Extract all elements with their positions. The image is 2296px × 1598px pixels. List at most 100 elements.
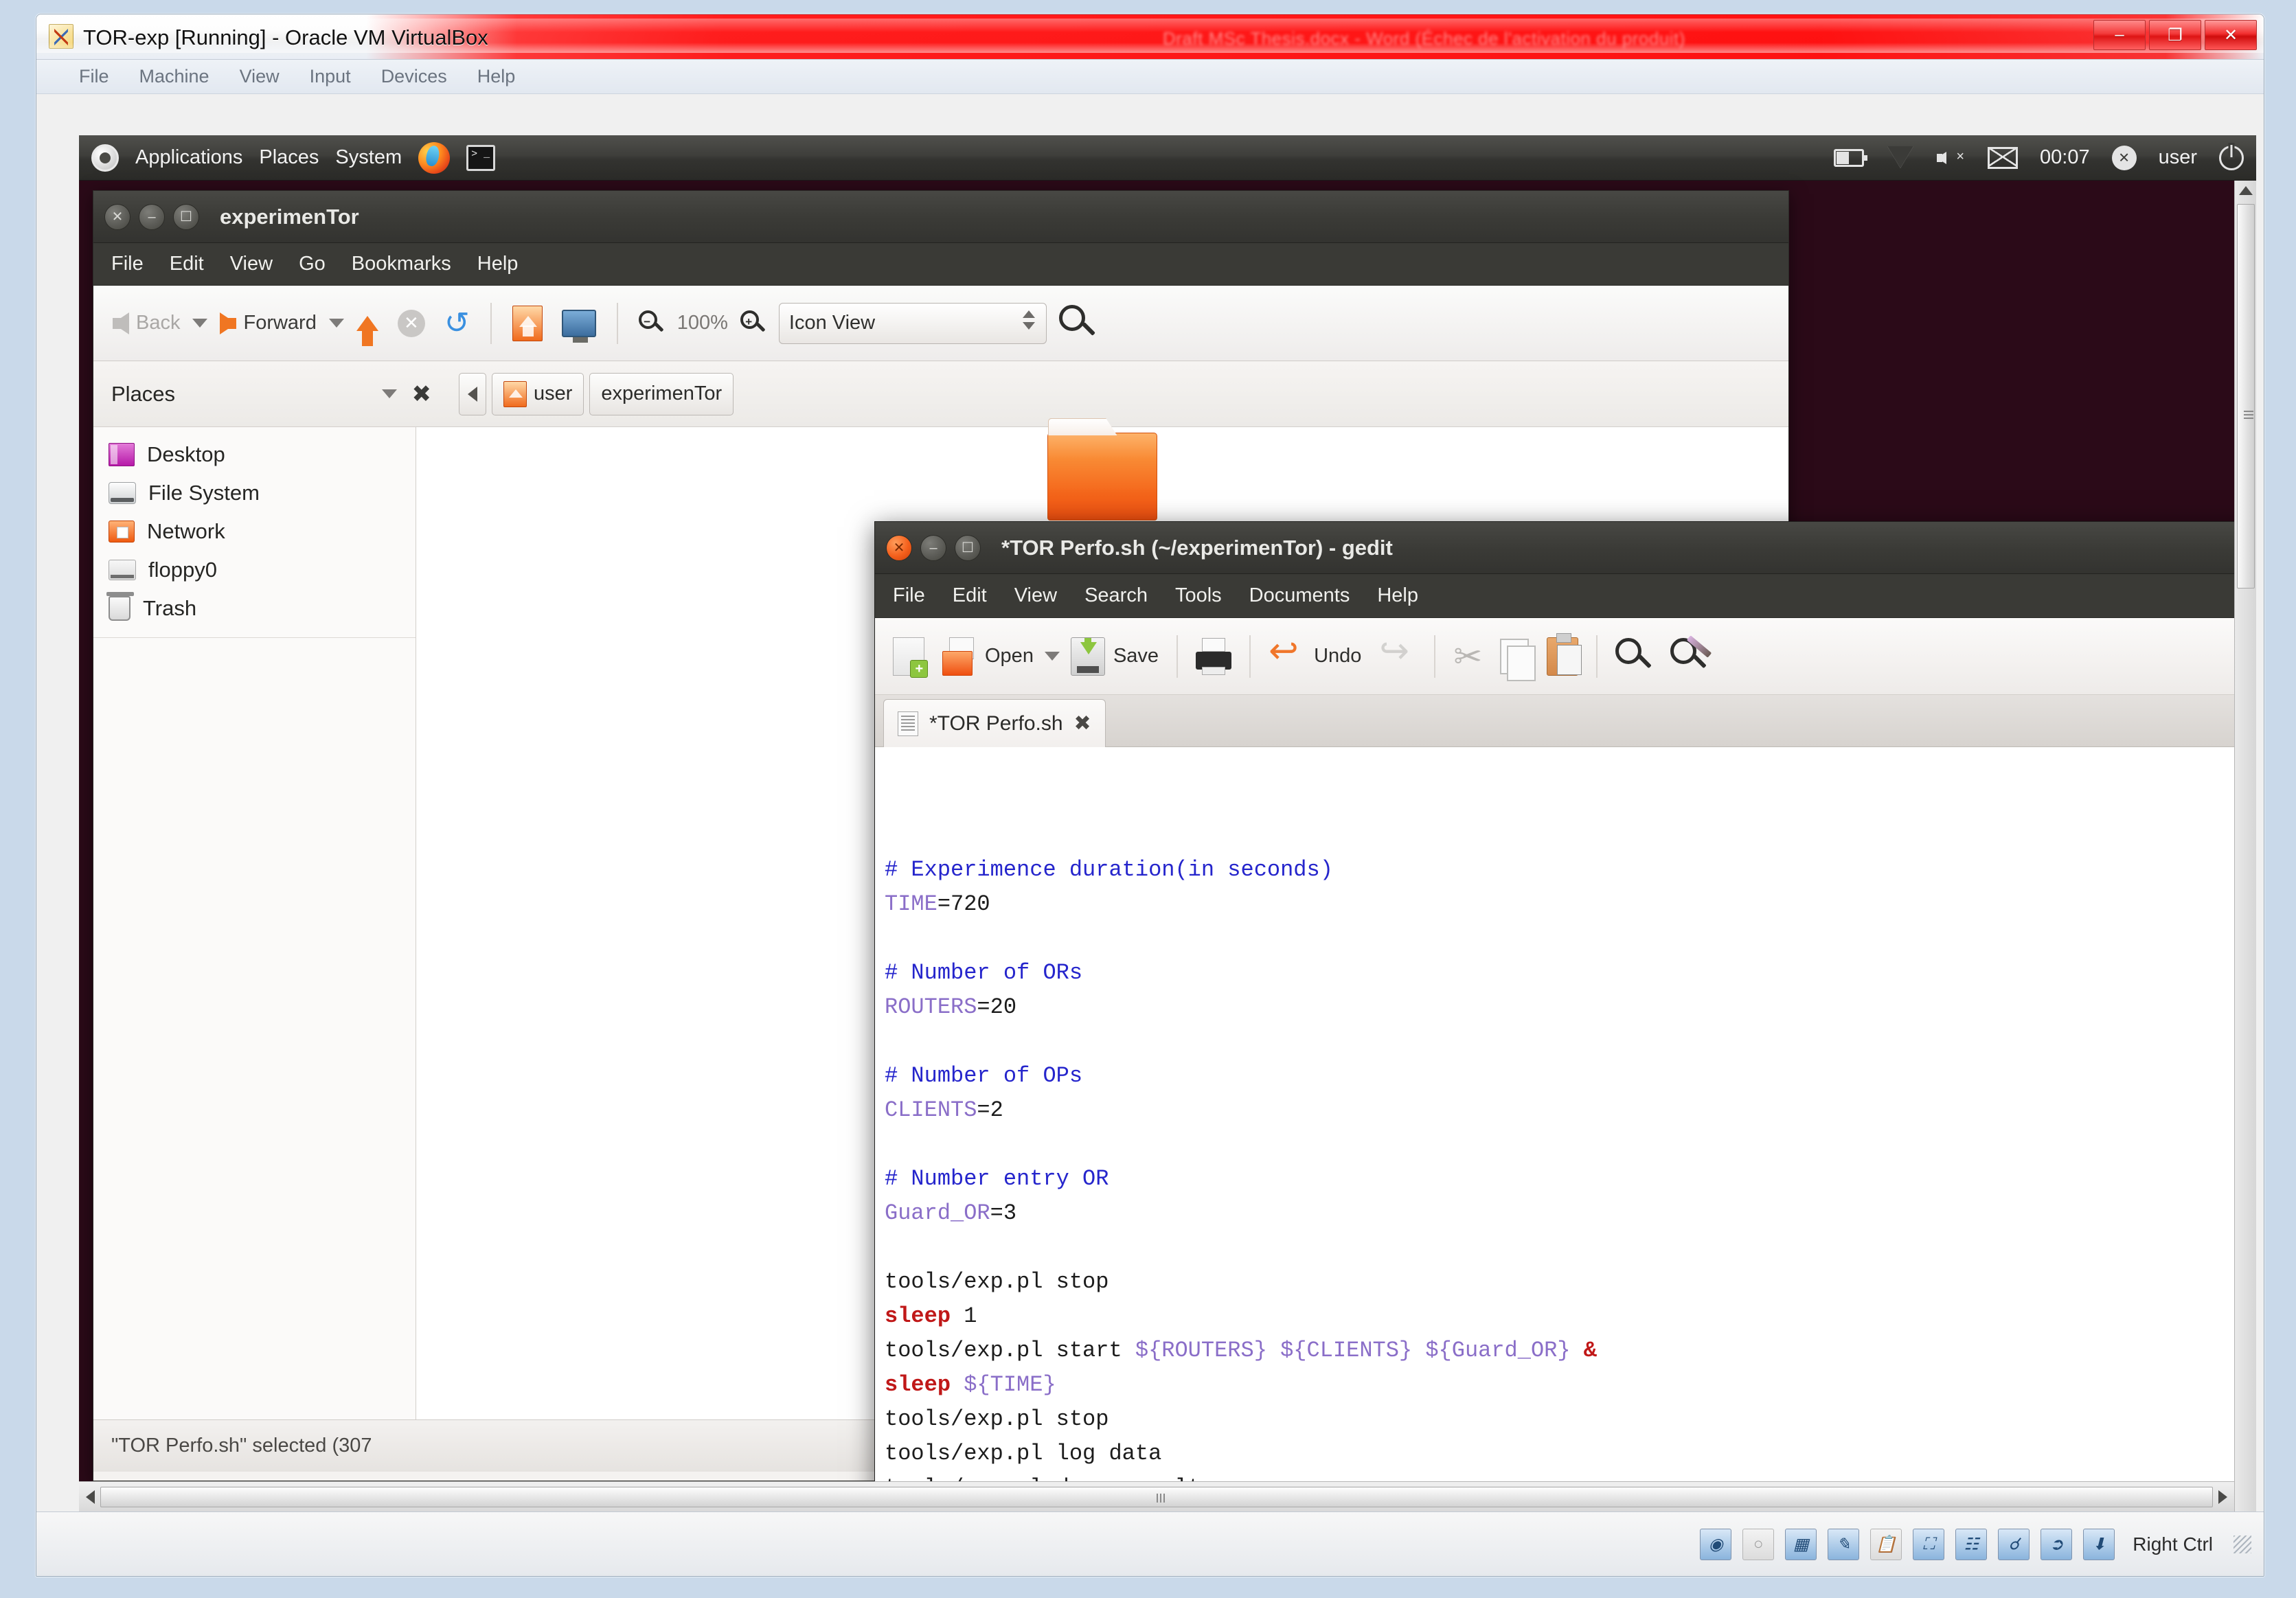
breadcrumb-item-experimentor[interactable]: experimenTor	[589, 373, 734, 415]
home-button[interactable]	[505, 300, 549, 347]
breadcrumb-item-user[interactable]: user	[492, 373, 584, 415]
forward-button[interactable]: Forward	[213, 306, 323, 340]
forward-history-chevron-down-icon[interactable]	[329, 319, 344, 328]
new-document-button[interactable]: +	[886, 633, 931, 680]
cd-icon[interactable]: ○	[1742, 1529, 1774, 1560]
paste-button[interactable]	[1540, 633, 1585, 680]
search-button[interactable]	[1052, 299, 1103, 347]
maximize-button[interactable]: ❐	[2149, 20, 2201, 50]
gedit-menu-search[interactable]: Search	[1084, 584, 1148, 607]
nautilus-menu-edit[interactable]: Edit	[170, 253, 204, 275]
gedit-menu-documents[interactable]: Documents	[1249, 584, 1350, 607]
home-icon	[503, 381, 527, 407]
vbox-menu-devices[interactable]: Devices	[381, 66, 447, 87]
find-button[interactable]	[1609, 634, 1659, 679]
panel-menu-applications[interactable]: Applications	[135, 146, 242, 169]
gedit-titlebar[interactable]: ✕ – ☐ *TOR Perfo.sh (~/experimenTor) - g…	[875, 522, 2256, 574]
panel-menu-places[interactable]: Places	[259, 146, 319, 169]
terminal-icon[interactable]	[466, 145, 495, 171]
print-button[interactable]	[1189, 634, 1238, 679]
capture-icon[interactable]: ⬇	[2083, 1529, 2115, 1560]
network-icon[interactable]: ▦	[1785, 1529, 1817, 1560]
nautilus-close-button[interactable]: ✕	[104, 204, 130, 230]
shared-folder-icon[interactable]: ✎	[1828, 1529, 1859, 1560]
sidebar-item-network[interactable]: Network	[93, 512, 416, 551]
gedit-menu-view[interactable]: View	[1014, 584, 1057, 607]
sidebar-item-trash[interactable]: Trash	[93, 589, 416, 628]
scroll-left-arrow-icon[interactable]	[86, 1490, 95, 1504]
network-icon[interactable]	[1886, 146, 1915, 170]
minimize-button[interactable]: –	[2093, 20, 2146, 50]
back-history-chevron-down-icon[interactable]	[192, 319, 207, 328]
user-status-icon[interactable]	[2112, 146, 2137, 170]
nautilus-titlebar[interactable]: ✕ – ☐ experimenTor	[93, 191, 1788, 243]
battery-icon[interactable]	[1834, 149, 1864, 167]
clipboard-icon[interactable]: 📋	[1870, 1529, 1902, 1560]
breadcrumb-scroll-left-button[interactable]	[459, 373, 486, 415]
vbox-menu-machine[interactable]: Machine	[139, 66, 209, 87]
open-recent-chevron-down-icon[interactable]	[1045, 652, 1060, 661]
nautilus-minimize-button[interactable]: –	[139, 204, 165, 230]
panel-clock[interactable]: 00:07	[2040, 146, 2090, 169]
scrollbar-thumb[interactable]	[100, 1487, 2213, 1507]
scrollbar-thumb[interactable]	[2237, 204, 2255, 589]
nautilus-menu-file[interactable]: File	[111, 253, 144, 275]
gedit-menu-file[interactable]: File	[893, 584, 925, 607]
zoom-out-button[interactable]: −	[632, 305, 672, 342]
mail-icon[interactable]	[1988, 147, 2018, 169]
reload-button[interactable]: ↻	[437, 303, 477, 344]
nautilus-menu-view[interactable]: View	[230, 253, 273, 275]
harddisk-icon[interactable]: ◉	[1700, 1529, 1731, 1560]
ubuntu-logo-icon	[91, 144, 119, 172]
nautilus-maximize-button[interactable]: ☐	[173, 204, 199, 230]
close-button[interactable]: ✕	[2205, 20, 2257, 50]
guest-additions-icon[interactable]: ➲	[2041, 1529, 2072, 1560]
resize-grip[interactable]	[2234, 1536, 2251, 1553]
gedit-menu-tools[interactable]: Tools	[1175, 584, 1222, 607]
tab-close-icon[interactable]: ✖	[1074, 711, 1091, 735]
gedit-minimize-button[interactable]: –	[920, 535, 946, 561]
sidebar-item-file-system[interactable]: File System	[93, 474, 416, 512]
save-button[interactable]: Save	[1064, 633, 1166, 680]
back-button[interactable]: Back	[106, 306, 187, 340]
virtualbox-titlebar[interactable]: Draft MSc Thesis.docx - Word (Échec de l…	[36, 14, 2264, 60]
vbox-menu-file[interactable]: File	[79, 66, 109, 87]
panel-menu-system[interactable]: System	[335, 146, 402, 169]
open-button[interactable]: Open	[935, 633, 1041, 680]
vbox-menu-view[interactable]: View	[240, 66, 280, 87]
tab-tor-perfo-sh[interactable]: *TOR Perfo.sh ✖	[883, 699, 1106, 747]
view-mode-select[interactable]: Icon View	[779, 303, 1047, 344]
gedit-menu-edit[interactable]: Edit	[953, 584, 987, 607]
sidebar-item-floppy0[interactable]: floppy0	[93, 551, 416, 589]
places-chevron-down-icon[interactable]	[382, 389, 397, 398]
nautilus-menu-bookmarks[interactable]: Bookmarks	[352, 253, 451, 275]
power-icon[interactable]	[2219, 146, 2244, 170]
panel-username[interactable]: user	[2159, 146, 2197, 169]
zoom-in-button[interactable]: +	[734, 305, 773, 342]
up-button[interactable]	[350, 310, 385, 336]
firefox-icon[interactable]	[418, 142, 450, 174]
display-icon[interactable]: ⛶	[1913, 1529, 1944, 1560]
gedit-text-area[interactable]: # Experimence duration(in seconds)TIME=7…	[875, 747, 2256, 1511]
scroll-right-arrow-icon[interactable]	[2218, 1490, 2227, 1504]
code-line	[885, 1128, 2256, 1162]
guest-vertical-scrollbar[interactable]	[2234, 181, 2256, 1511]
gedit-close-button[interactable]: ✕	[886, 535, 912, 561]
guest-horizontal-scrollbar[interactable]	[79, 1481, 2234, 1511]
gedit-maximize-button[interactable]: ☐	[955, 535, 981, 561]
scroll-up-arrow-icon[interactable]	[2239, 186, 2253, 195]
stop-button[interactable]: ✕	[391, 304, 432, 343]
gedit-menu-help[interactable]: Help	[1377, 584, 1418, 607]
nautilus-menu-help[interactable]: Help	[477, 253, 519, 275]
vbox-menu-input[interactable]: Input	[310, 66, 351, 87]
sidebar-item-desktop[interactable]: Desktop	[93, 435, 416, 474]
replace-button[interactable]	[1663, 634, 1714, 679]
close-sidebar-button[interactable]: ✖	[412, 380, 432, 408]
remote-display-icon[interactable]: ☷	[1955, 1529, 1987, 1560]
undo-button[interactable]: Undo	[1262, 637, 1368, 676]
volume-muted-icon[interactable]: ×	[1937, 148, 1966, 168]
usb-icon[interactable]: ☌	[1998, 1529, 2030, 1560]
nautilus-menu-go[interactable]: Go	[299, 253, 326, 275]
vbox-menu-help[interactable]: Help	[477, 66, 516, 87]
computer-button[interactable]	[555, 304, 603, 343]
